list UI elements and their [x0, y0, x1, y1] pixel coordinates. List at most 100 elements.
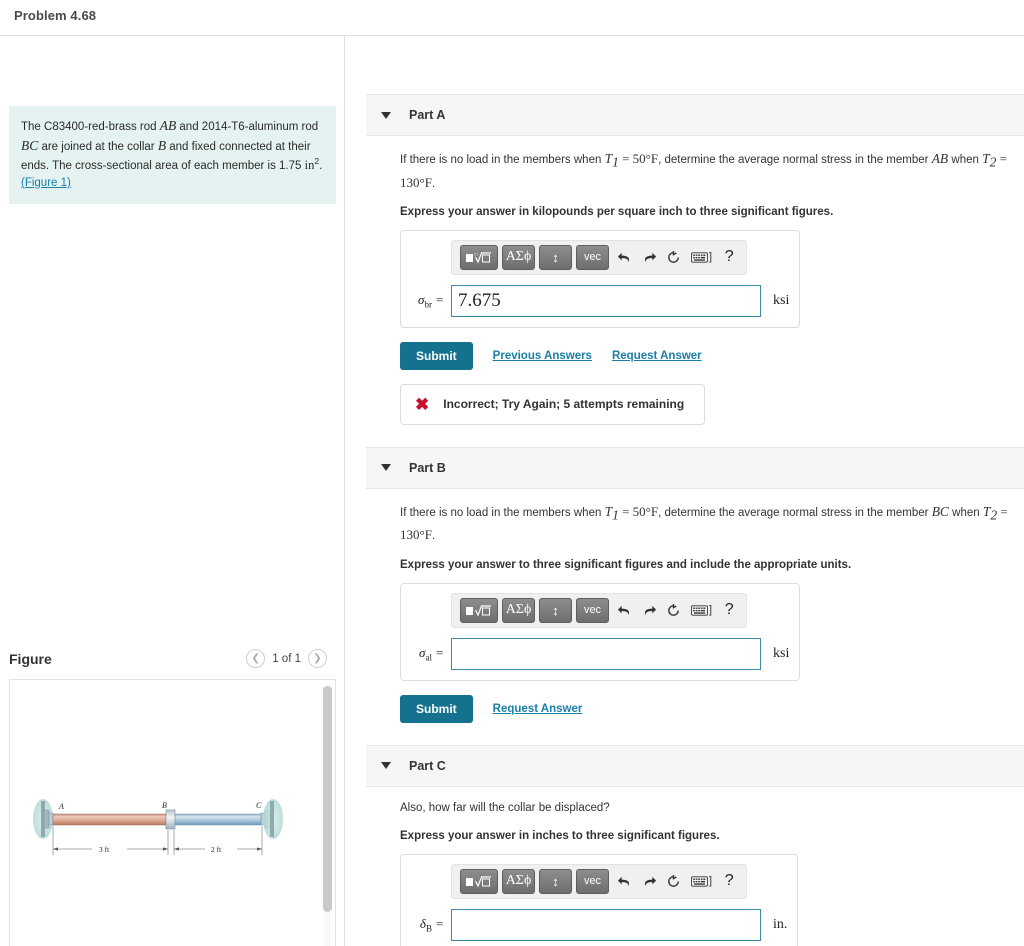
parts-column: Part A If there is no load in the member… [346, 36, 1024, 946]
part-c-body: Also, how far will the collar be displac… [400, 787, 1024, 946]
vector-button[interactable]: vec [576, 868, 609, 894]
part-a-request-answer-link[interactable]: Request Answer [612, 350, 702, 362]
reset-icon[interactable] [665, 870, 683, 892]
undo-icon[interactable] [616, 246, 634, 268]
help-icon[interactable]: ? [720, 246, 738, 268]
figure-1-link[interactable]: (Figure 1) [21, 177, 71, 189]
part-b-unit: ksi [773, 645, 790, 661]
page-header: Problem 4.68 [0, 0, 1024, 36]
greek-symbols-label: ΑΣϕ [505, 873, 532, 889]
help-icon[interactable]: ? [720, 599, 738, 621]
problem-statement: The C83400-red-brass rod AB and 2014-T6-… [9, 106, 336, 204]
svg-text:A: A [58, 802, 64, 811]
keyboard-icon[interactable]: ] [690, 246, 714, 268]
qa-v2: AB [931, 151, 949, 166]
figure-scrollbar-thumb[interactable] [323, 686, 332, 912]
redo-icon[interactable] [641, 870, 659, 892]
part-a-instruction: Express your answer in kilopounds per sq… [400, 205, 834, 218]
reset-glyph [668, 250, 680, 263]
arrows-button[interactable]: ↕ [539, 868, 572, 894]
svg-text:2 ft: 2 ft [211, 845, 222, 854]
rod-assembly-diagram: A B C 3 ft 2 ft [33, 799, 283, 855]
undo-icon[interactable] [616, 870, 634, 892]
part-b-request-answer-link[interactable]: Request Answer [493, 703, 583, 715]
chevron-down-icon[interactable] [381, 762, 391, 770]
figure-title: Figure [9, 651, 52, 667]
part-c-answer-input[interactable] [451, 908, 761, 941]
part-a-feedback: ✖ Incorrect; Try Again; 5 attempts remai… [400, 383, 706, 425]
vector-button[interactable]: vec [576, 597, 609, 623]
part-a-answer-input[interactable] [451, 284, 761, 317]
part-a-variable-label: σbr = [418, 292, 444, 310]
qb-s4: when [948, 506, 983, 519]
part-b-answer-box: ΑΣϕ ↕ vec] ? σal = ksi [400, 582, 801, 681]
part-b-instruction: Express your answer to three significant… [400, 558, 852, 571]
qa-v1: T [604, 151, 613, 166]
keyboard-icon[interactable]: ] [690, 870, 714, 892]
keyboard-suffix: ] [709, 251, 713, 264]
redo-icon[interactable] [641, 246, 659, 268]
part-c-delta-sub: B [425, 923, 432, 934]
figure-viewport: A B C 3 ft 2 ft [9, 679, 336, 946]
arrows-button[interactable]: ↕ [539, 244, 572, 270]
undo-icon[interactable] [616, 599, 634, 621]
var-b: B [157, 137, 167, 153]
redo-glyph [644, 252, 656, 262]
undo-glyph [618, 605, 630, 615]
part-b-answer-input[interactable] [451, 637, 761, 670]
part-c-question: Also, how far will the collar be displac… [400, 801, 610, 814]
part-b-variable-label: σal = [419, 644, 444, 663]
qa-s3: , determine the average normal stress in… [658, 154, 932, 166]
part-a-sigma-sub: br [424, 299, 432, 310]
part-b-math-toolbar: ΑΣϕ ↕ vec] ? [451, 592, 747, 628]
part-a-previous-answers-link[interactable]: Previous Answers [493, 350, 592, 362]
keyboard-icon[interactable]: ] [690, 599, 714, 621]
template-root-button[interactable] [460, 868, 498, 894]
greek-symbols-button[interactable]: ΑΣϕ [502, 868, 535, 894]
part-a-header[interactable]: Part A [366, 94, 1024, 136]
root-template-icon [466, 604, 491, 617]
redo-icon[interactable] [641, 599, 659, 621]
chevron-right-icon[interactable]: ❯ [308, 649, 327, 668]
root-template-icon: □ [466, 252, 491, 264]
qb-s6: . [431, 530, 436, 543]
chevron-left-icon[interactable]: ❮ [246, 649, 266, 668]
reset-icon[interactable] [665, 599, 683, 621]
part-b-question: If there is no load in the members when … [400, 502, 1024, 546]
part-c-header[interactable]: Part C [366, 744, 1024, 787]
part-b-submit-button[interactable]: Submit [400, 694, 473, 723]
problem-text-seg3: are joined at the collar [38, 140, 158, 153]
problem-page: Problem 4.68 The C83400-red-brass rod AB… [0, 0, 1024, 946]
keyboard-glyph [691, 604, 708, 616]
part-b-header[interactable]: Part B [366, 446, 1024, 489]
part-c-instruction: Express your answer in inches to three s… [400, 829, 720, 842]
chevron-down-icon[interactable] [381, 111, 391, 119]
template-root-button[interactable]: □ [460, 244, 498, 270]
reset-icon[interactable] [665, 246, 683, 268]
part-a-label: Part A [409, 108, 446, 122]
problem-text-seg1: The C83400-red-brass rod [21, 121, 160, 133]
part-a-answer-box: □ ΑΣϕ ↕ vec] ? σbr = 7.675 ksi [400, 229, 801, 328]
arrows-label: ↕ [552, 602, 559, 618]
help-icon[interactable]: ? [720, 870, 738, 892]
keyboard-glyph [691, 252, 708, 263]
problem-text-seg2: and 2014-T6-aluminum rod [176, 121, 319, 133]
vector-button[interactable]: vec [576, 244, 609, 270]
root-template-icon [466, 876, 491, 888]
help-glyph: ? [724, 872, 734, 890]
part-a-submit-button[interactable]: Submit [400, 341, 473, 370]
part-a-feedback-text: Incorrect; Try Again; 5 attempts remaini… [443, 397, 685, 412]
figure-navigation: ❮ 1 of 1 ❯ [246, 649, 327, 668]
figure-panel-header: Figure ❮ 1 of 1 ❯ [0, 641, 345, 681]
svg-text:B: B [162, 801, 167, 810]
chevron-down-icon[interactable] [381, 464, 391, 472]
page-title: Problem 4.68 [14, 8, 97, 23]
part-c-label: Part C [409, 758, 446, 773]
template-root-button[interactable] [460, 597, 498, 623]
greek-symbols-button[interactable]: ΑΣϕ [502, 597, 535, 623]
part-c-unit: in. [773, 916, 788, 932]
undo-glyph [618, 876, 630, 887]
arrows-label: ↕ [552, 873, 559, 889]
greek-symbols-button[interactable]: ΑΣϕ [502, 244, 535, 270]
arrows-button[interactable]: ↕ [539, 597, 572, 623]
